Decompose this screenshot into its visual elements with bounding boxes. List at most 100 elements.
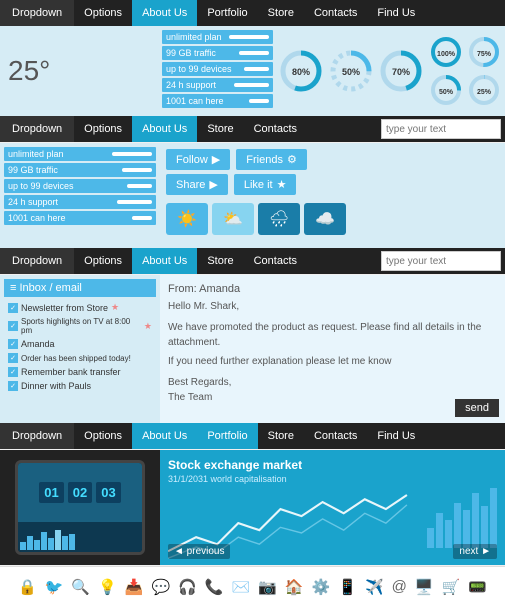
email-star-1: ★ — [111, 302, 119, 313]
bar-6 — [472, 493, 479, 548]
follow-button[interactable]: Follow ▶ — [166, 149, 230, 170]
lock-icon[interactable]: 🔒 — [18, 578, 37, 596]
nav-store-4[interactable]: Store — [258, 423, 304, 449]
bar-2 — [436, 513, 443, 548]
email-item-5[interactable]: ✓ Remember bank transfer — [4, 365, 156, 379]
nav-contacts-3[interactable]: Contacts — [244, 248, 307, 274]
email-team: The Team — [168, 390, 497, 405]
email-item-3[interactable]: ✓ Amanda — [4, 337, 156, 351]
tablet-chart — [18, 522, 142, 552]
send-button[interactable]: send — [455, 399, 499, 417]
share-button[interactable]: Share ▶ — [166, 174, 228, 195]
nav-dropdown-3[interactable]: Dropdown — [0, 248, 74, 274]
nav-dropdown-4[interactable]: Dropdown — [0, 423, 74, 449]
circles-area: 80% 50% 70% — [275, 26, 505, 116]
camera-icon[interactable]: 📷 — [258, 578, 277, 596]
monitor-icon[interactable]: 🖥️ — [415, 578, 434, 596]
section-weather-plans: 25° unlimited plan 99 GB traffic up to 9… — [0, 26, 505, 116]
next-button[interactable]: next ► — [453, 544, 497, 559]
donut-100: 100% — [429, 35, 463, 69]
search-box-3[interactable]: 🔍 — [381, 251, 501, 271]
nav-about-1[interactable]: About Us — [132, 0, 197, 26]
nav-contacts-1[interactable]: Contacts — [304, 0, 367, 26]
bird-icon[interactable]: 🐦 — [45, 578, 64, 596]
nav-portfolio-4[interactable]: Portfolio — [197, 423, 257, 449]
inbox-label: ≡ Inbox / email — [10, 282, 82, 294]
nav-options-3[interactable]: Options — [74, 248, 132, 274]
mobile-icon[interactable]: 📱 — [338, 578, 357, 596]
nav-store-2[interactable]: Store — [197, 116, 243, 142]
section-stock: 01 02 03 Stock exchange market 31/1/2031… — [0, 450, 505, 565]
icons-row: 🔒 🐦 🔍 💡 📥 💬 🎧 📞 ✉️ 📷 🏠 ⚙️ 📱 ✈️ @ 🖥️ 🛒 📟 — [0, 566, 505, 606]
search-icon[interactable]: 🔍 — [71, 578, 90, 596]
download-icon[interactable]: 📥 — [125, 578, 144, 596]
section-email: ≡ Inbox / email ✓ Newsletter from Store … — [0, 275, 505, 423]
nav-portfolio-1[interactable]: Portfolio — [197, 0, 257, 26]
plane-icon[interactable]: ✈️ — [365, 578, 384, 596]
tablet-icon[interactable]: 📟 — [468, 578, 487, 596]
circle-75: 75% — [467, 35, 501, 69]
donut-50b: 50% — [429, 73, 463, 107]
bar-7 — [481, 506, 488, 548]
weather-cloud: ⛅ — [212, 203, 254, 235]
email-item-2[interactable]: ✓ Sports highlights on TV at 8:00 pm ★ — [4, 315, 156, 337]
inbox-panel: ≡ Inbox / email ✓ Newsletter from Store … — [0, 275, 160, 423]
nav-dropdown-1[interactable]: Dropdown — [0, 0, 74, 26]
stock-panel: Stock exchange market 31/1/2031 world ca… — [160, 450, 505, 565]
nav-contacts-4[interactable]: Contacts — [304, 423, 367, 449]
bar-4 — [454, 503, 461, 548]
weather-rain: 🌧 — [258, 203, 300, 235]
s2-plan-support: 24 h support — [4, 195, 156, 209]
email-body2: If you need further explanation please l… — [168, 354, 497, 369]
nav-about-3[interactable]: About Us — [132, 248, 197, 274]
headphone-icon[interactable]: 🎧 — [178, 578, 197, 596]
prev-button[interactable]: ◄ previous — [168, 544, 230, 559]
follow-icon: ▶ — [212, 153, 220, 166]
at-icon[interactable]: @ — [392, 578, 407, 595]
chat-icon[interactable]: 💬 — [151, 578, 170, 596]
email-star-2: ★ — [144, 321, 152, 332]
email-text-1: Newsletter from Store — [21, 303, 108, 313]
nav-options-1[interactable]: Options — [74, 0, 132, 26]
nav-store-1[interactable]: Store — [258, 0, 304, 26]
email-greeting: Hello Mr. Shark, — [168, 299, 497, 314]
circle-50: 50% — [329, 49, 373, 93]
s2-plans: unlimited plan 99 GB traffic up to 99 de… — [0, 143, 160, 248]
phone-icon[interactable]: 📞 — [205, 578, 224, 596]
plans-column: unlimited plan 99 GB traffic up to 99 de… — [160, 26, 275, 116]
nav-about-2[interactable]: About Us — [132, 116, 197, 142]
email-check-6: ✓ — [8, 381, 18, 391]
search-input-2[interactable] — [382, 124, 505, 135]
email-item-4[interactable]: ✓ Order has been shipped today! — [4, 351, 156, 365]
nav-options-2[interactable]: Options — [74, 116, 132, 142]
email-item-6[interactable]: ✓ Dinner with Pauls — [4, 379, 156, 393]
email-icon[interactable]: ✉️ — [232, 578, 251, 596]
nav-store-3[interactable]: Store — [197, 248, 243, 274]
home-icon[interactable]: 🏠 — [285, 578, 304, 596]
search-box-2[interactable]: 🔍 — [381, 119, 501, 139]
follow-label: Follow — [176, 154, 208, 166]
nav-contacts-2[interactable]: Contacts — [244, 116, 307, 142]
circle-100: 100% — [429, 35, 463, 69]
nav-findus-1[interactable]: Find Us — [367, 0, 425, 26]
email-item-1[interactable]: ✓ Newsletter from Store ★ — [4, 300, 156, 315]
gear-icon[interactable]: ⚙️ — [312, 578, 331, 596]
email-text-5: Remember bank transfer — [21, 367, 121, 377]
bulb-icon[interactable]: 💡 — [98, 578, 117, 596]
like-button[interactable]: Like it ★ — [234, 174, 297, 195]
email-body1: We have promoted the product as request.… — [168, 320, 497, 350]
email-check-5: ✓ — [8, 367, 18, 377]
social-buttons: Follow ▶ Friends ⚙ — [166, 149, 499, 170]
circle-70: 70% — [379, 49, 423, 93]
email-from: From: Amanda — [168, 283, 497, 295]
nav-dropdown-2[interactable]: Dropdown — [0, 116, 74, 142]
share-label: Share — [176, 179, 205, 191]
friends-button[interactable]: Friends ⚙ — [236, 149, 307, 170]
search-input-3[interactable] — [382, 256, 505, 267]
nav-options-4[interactable]: Options — [74, 423, 132, 449]
nav-findus-4[interactable]: Find Us — [367, 423, 425, 449]
nav-about-4[interactable]: About Us — [132, 423, 197, 449]
tablet-area: 01 02 03 — [0, 450, 160, 565]
weather-area: ☀️ ⛅ 🌧 ☁️ — [166, 203, 499, 235]
cart-icon[interactable]: 🛒 — [442, 578, 461, 596]
